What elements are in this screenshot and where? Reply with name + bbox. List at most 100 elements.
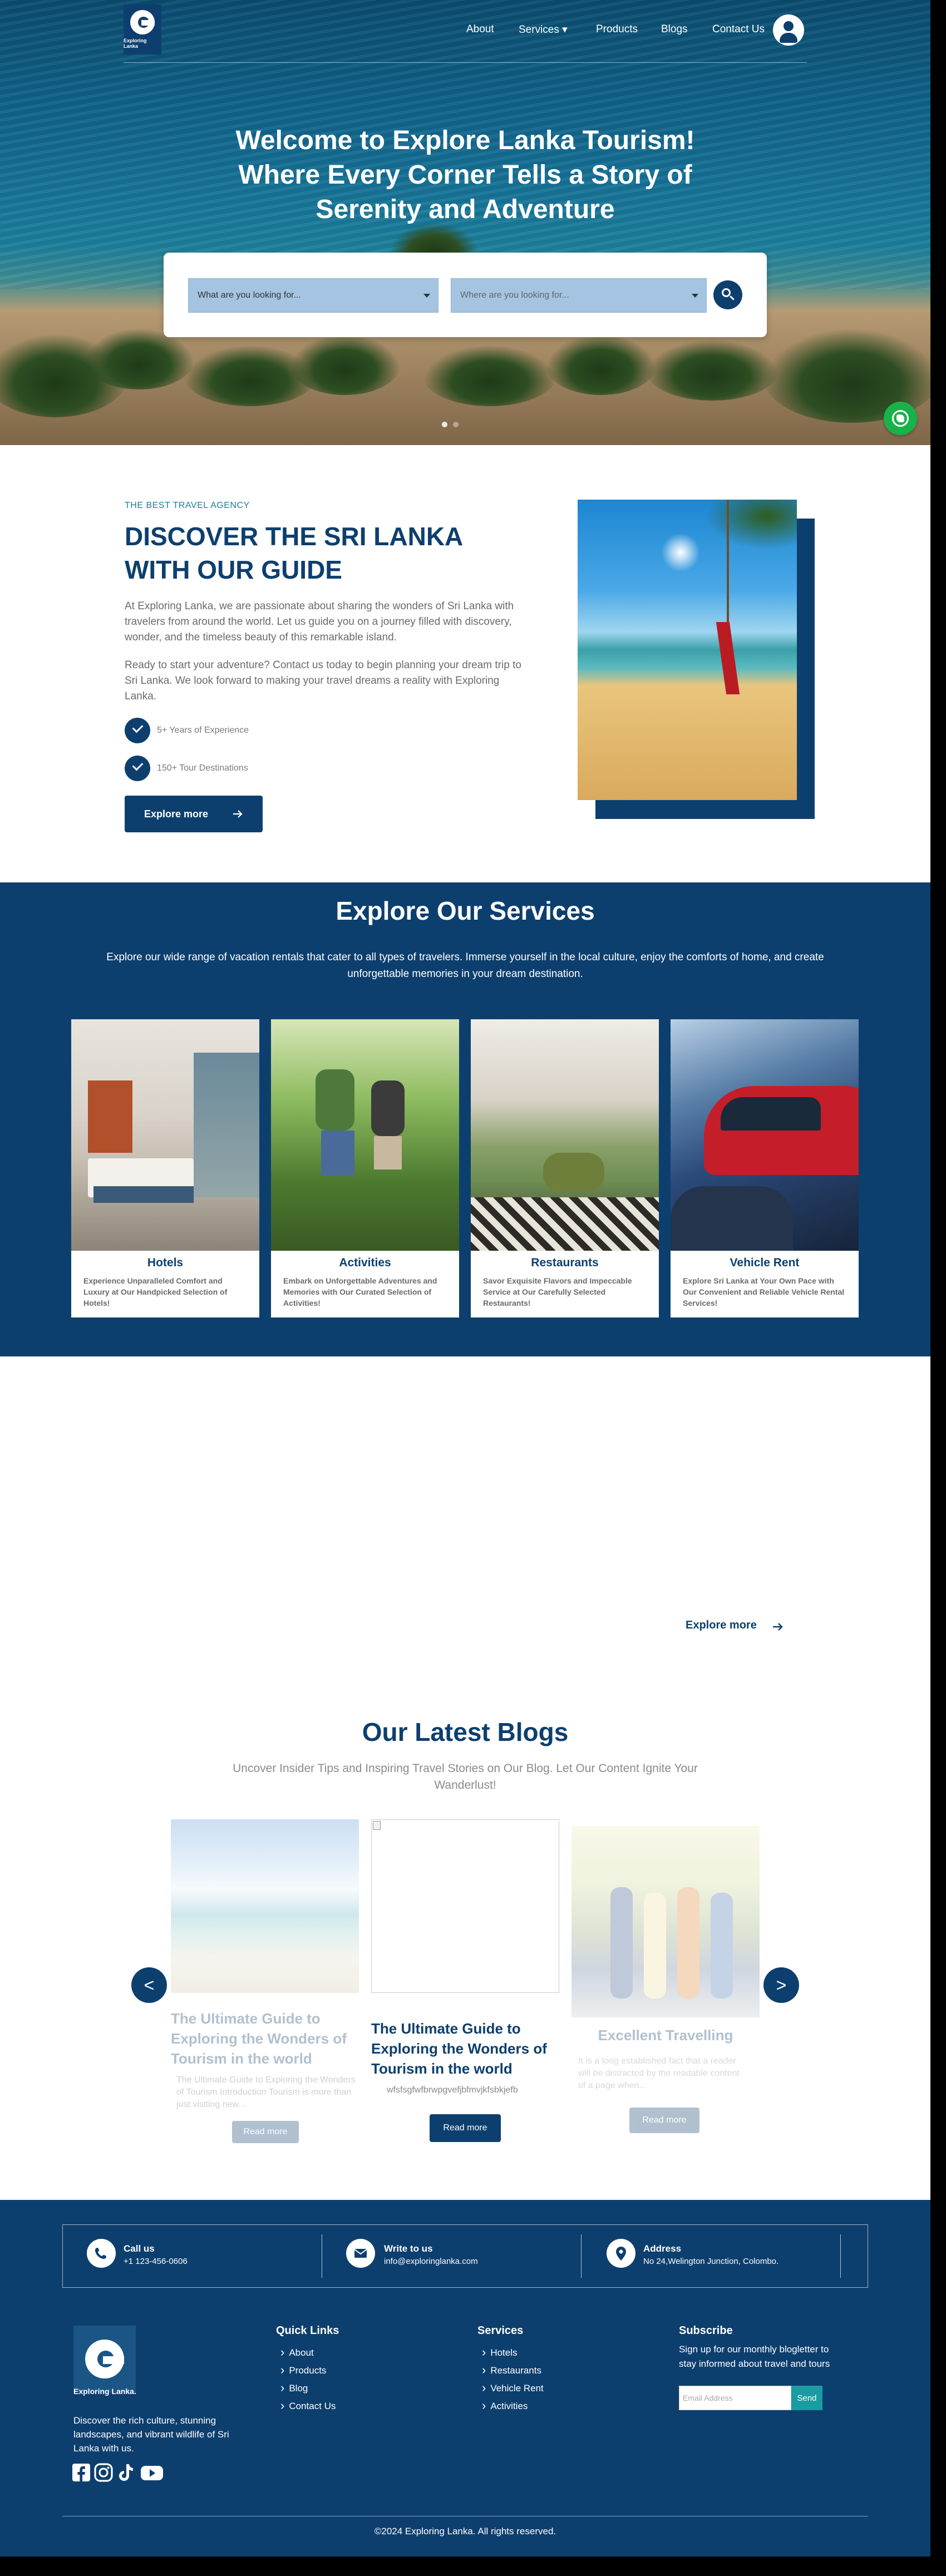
nav-services[interactable]: Services ▾ bbox=[519, 23, 568, 36]
read-more-button[interactable]: Read more bbox=[232, 2121, 299, 2143]
search-button[interactable] bbox=[713, 280, 742, 309]
divider bbox=[581, 2234, 582, 2278]
nav-about[interactable]: About bbox=[466, 23, 494, 36]
about-point: 150+ Tour Destinations bbox=[157, 763, 248, 773]
search-icon bbox=[722, 288, 731, 297]
blogs-subtitle: Uncover Insider Tips and Inspiring Trave… bbox=[233, 1762, 698, 1792]
chevron-down-icon bbox=[423, 294, 430, 298]
activities-image bbox=[271, 1019, 459, 1251]
footer-link-activities[interactable]: Activities bbox=[482, 2398, 528, 2412]
user-icon[interactable] bbox=[773, 14, 804, 46]
site-logo[interactable]: Exploring Lanka bbox=[124, 4, 161, 55]
instagram-icon[interactable] bbox=[93, 2463, 114, 2483]
write-value[interactable]: info@exploringlanka.com bbox=[384, 2257, 478, 2266]
person bbox=[644, 1893, 666, 1998]
facebook-icon[interactable] bbox=[71, 2463, 91, 2483]
footer-link-contact[interactable]: Contact Us bbox=[280, 2398, 336, 2412]
contact-strip bbox=[62, 2224, 868, 2288]
send-button[interactable]: Send bbox=[791, 2386, 822, 2410]
bed-blanket bbox=[93, 1186, 194, 1203]
service-card-restaurants[interactable]: Restaurants Savor Exquisite Flavors and … bbox=[471, 1019, 659, 1317]
service-card-title: Hotels bbox=[147, 1256, 184, 1269]
services-title: Explore Our Services bbox=[336, 896, 595, 925]
check-icon bbox=[125, 756, 150, 781]
service-card-title: Activities bbox=[339, 1256, 391, 1269]
beach-swing-image bbox=[578, 500, 797, 800]
hiker-shorts bbox=[321, 1131, 354, 1175]
footer-link-vehicle-rent[interactable]: Vehicle Rent bbox=[482, 2380, 543, 2395]
footer-logo[interactable] bbox=[73, 2326, 136, 2392]
user-icon-head bbox=[784, 21, 794, 31]
green-chairs bbox=[543, 1153, 604, 1192]
read-more-button[interactable]: Read more bbox=[629, 2108, 699, 2133]
check-icon bbox=[125, 718, 150, 743]
carousel-dot[interactable] bbox=[442, 422, 447, 427]
search-card: What are you looking for... Where are yo… bbox=[164, 253, 767, 337]
footer-link-restaurants[interactable]: Restaurants bbox=[482, 2362, 541, 2377]
palm-tree bbox=[423, 345, 556, 406]
whatsapp-icon[interactable] bbox=[884, 402, 917, 435]
quick-links-heading: Quick Links bbox=[276, 2325, 339, 2337]
logo-text: Exploring Lanka bbox=[124, 38, 147, 49]
person bbox=[677, 1887, 699, 1998]
footer-logo-text: Exploring Lanka. bbox=[73, 2387, 136, 2396]
email-field[interactable]: Email Address bbox=[679, 2386, 791, 2410]
hiker-backpack bbox=[316, 1069, 354, 1131]
carousel-dot[interactable] bbox=[453, 422, 459, 427]
tiktok-icon[interactable] bbox=[116, 2463, 136, 2483]
about-kicker: THE BEST TRAVEL AGENCY bbox=[125, 501, 250, 510]
blog-image bbox=[171, 1819, 359, 1993]
service-card-desc: Embark on Unforgettable Adventures and M… bbox=[283, 1276, 437, 1307]
logo-mark-icon bbox=[85, 2340, 124, 2378]
footer-link-products[interactable]: Products bbox=[280, 2362, 326, 2377]
youtube-icon[interactable] bbox=[140, 2463, 164, 2483]
service-card-hotels[interactable]: Hotels Experience Unparalleled Comfort a… bbox=[71, 1019, 259, 1317]
explore-more-link[interactable]: Explore more bbox=[686, 1619, 757, 1632]
location-select[interactable]: Where are you looking for... bbox=[451, 278, 707, 313]
read-more-button[interactable]: Read more bbox=[430, 2114, 501, 2142]
hero-section: Exploring Lanka About Services ▾ Product… bbox=[0, 0, 930, 445]
sun bbox=[661, 533, 700, 572]
service-card-activities[interactable]: Activities Embark on Unforgettable Adven… bbox=[271, 1019, 459, 1317]
blue-car bbox=[671, 1186, 793, 1251]
palm-tree bbox=[83, 328, 195, 389]
nav-products[interactable]: Products bbox=[596, 23, 638, 36]
blog-image bbox=[571, 1826, 760, 2017]
blog-excerpt: The Ultimate Guide to Exploring the Wond… bbox=[176, 2075, 356, 2109]
category-select[interactable]: What are you looking for... bbox=[188, 278, 438, 313]
user-icon-body bbox=[780, 33, 797, 43]
hotel-image bbox=[71, 1019, 259, 1251]
arrow-right-icon[interactable] bbox=[772, 1621, 784, 1632]
swing-cloth bbox=[716, 622, 740, 694]
search-icon-handle bbox=[730, 295, 735, 300]
location-icon bbox=[607, 2239, 635, 2268]
broken-image-icon bbox=[373, 1821, 381, 1830]
service-card-vehicle-rent[interactable]: Vehicle Rent Explore Sri Lanka at Your O… bbox=[671, 1019, 859, 1317]
category-select-value: What are you looking for... bbox=[198, 290, 301, 300]
footer-link-hotels[interactable]: Hotels bbox=[482, 2345, 517, 2359]
carousel-prev-button[interactable]: < bbox=[131, 1967, 167, 2003]
blog-excerpt: wfsfsgfwfbrwpgvefjbfmvjkfsbkjefb bbox=[387, 2085, 518, 2095]
hero-title: Welcome to Explore Lanka Tourism! Where … bbox=[235, 126, 695, 224]
about-paragraph: Ready to start your adventure? Contact u… bbox=[125, 659, 521, 702]
divider bbox=[840, 2234, 841, 2278]
call-value[interactable]: +1 123-456-0606 bbox=[124, 2257, 188, 2266]
mail-icon bbox=[346, 2239, 375, 2268]
footer-link-about[interactable]: About bbox=[280, 2345, 313, 2359]
nav-contact[interactable]: Contact Us bbox=[712, 23, 765, 36]
hiker-shorts bbox=[374, 1136, 402, 1169]
chevron-down-icon bbox=[692, 294, 698, 298]
car-window bbox=[721, 1097, 821, 1131]
subscribe-text: Sign up for our monthly blogletter to st… bbox=[679, 2344, 830, 2369]
service-card-desc: Savor Exquisite Flavors and Impeccable S… bbox=[483, 1276, 632, 1307]
explore-more-button[interactable]: Explore more bbox=[125, 796, 263, 832]
services-heading: Services bbox=[477, 2325, 524, 2337]
palm-tree bbox=[545, 334, 657, 395]
nav-blogs[interactable]: Blogs bbox=[661, 23, 688, 36]
blog-title: The Ultimate Guide to Exploring the Wond… bbox=[371, 2020, 547, 2077]
blogs-title: Our Latest Blogs bbox=[362, 1718, 569, 1746]
call-title: Call us bbox=[124, 2243, 155, 2254]
footer-link-blog[interactable]: Blog bbox=[280, 2380, 308, 2395]
carousel-next-button[interactable]: > bbox=[763, 1967, 799, 2003]
restaurant-image bbox=[471, 1019, 659, 1251]
